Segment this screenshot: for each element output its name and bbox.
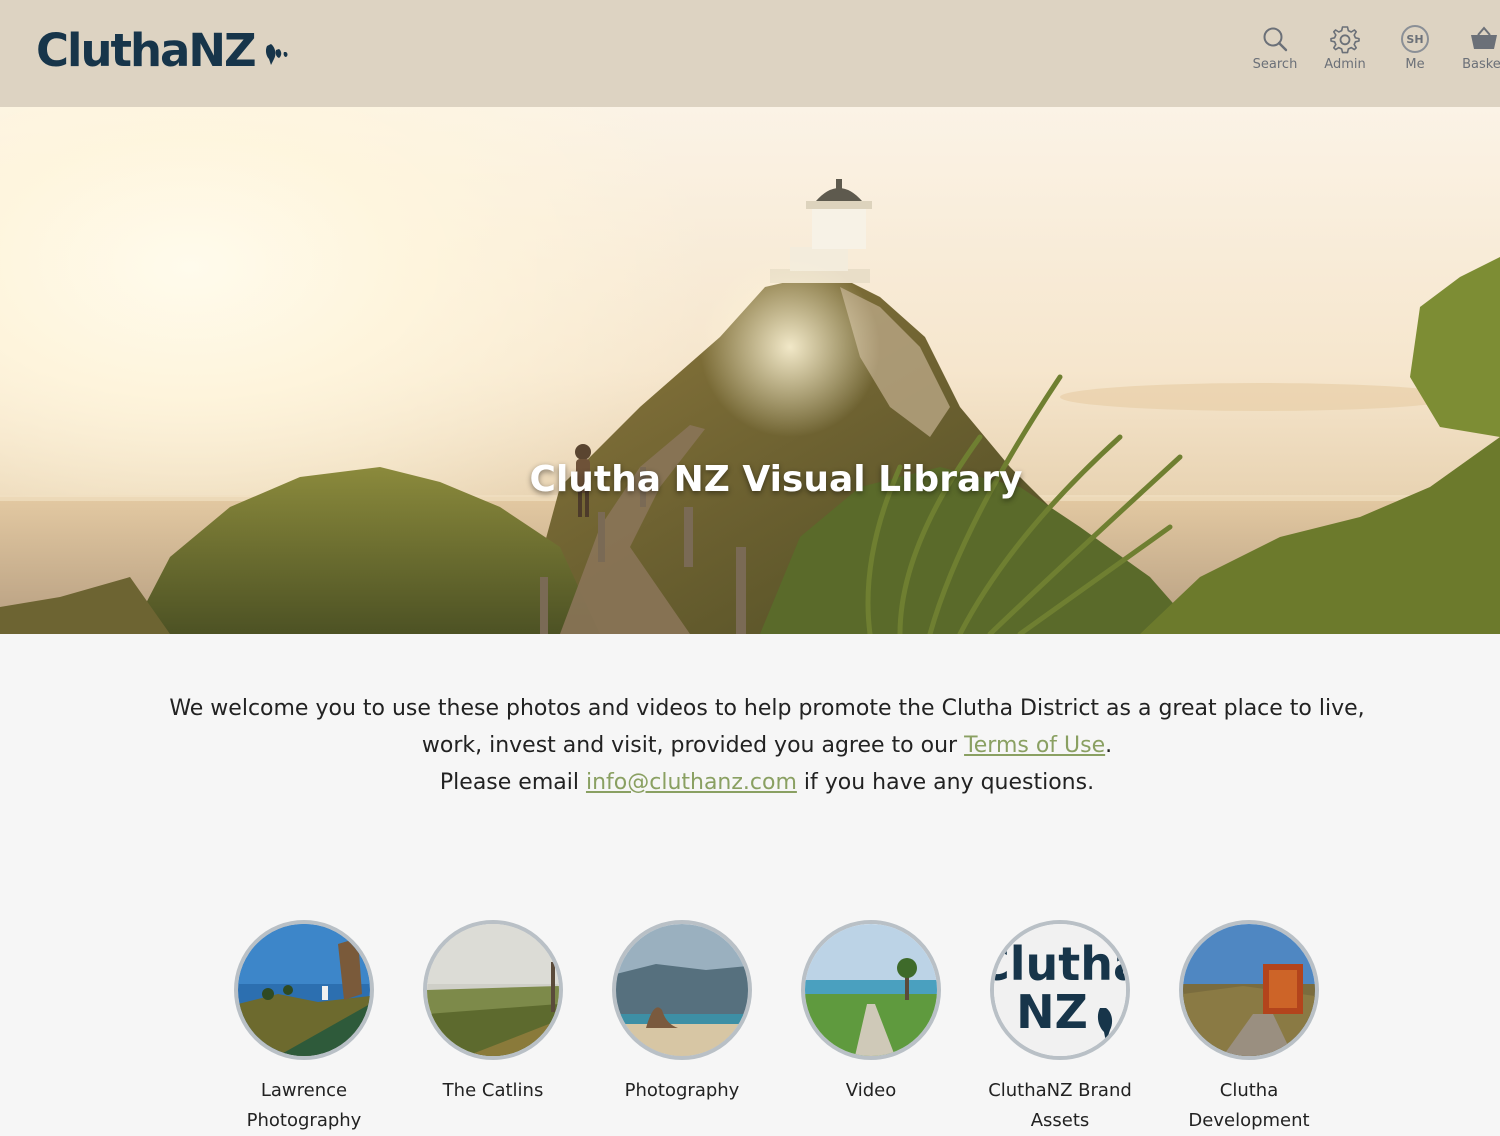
video-thumbnail: [801, 920, 941, 1060]
collections-grid: Lawrence Photography The Catlins Photogr…: [0, 920, 1500, 1136]
top-nav: Search Admin SH Me Baske: [1240, 22, 1500, 82]
collection-lawrence-photography[interactable]: Lawrence Photography: [219, 920, 389, 1136]
cluthanz-brand-assets-thumbnail: Clutha NZ: [990, 920, 1130, 1060]
nav-basket[interactable]: Basket: [1449, 22, 1500, 72]
logo-text: CluthaNZ: [36, 23, 257, 77]
lawrence-photography-thumbnail: [234, 920, 374, 1060]
collection-photography[interactable]: Photography: [597, 920, 767, 1106]
brand-thumb-text-2: NZ: [1016, 985, 1088, 1039]
nav-me[interactable]: SH Me: [1380, 22, 1450, 72]
hero-banner: Clutha NZ Visual Library: [0, 107, 1500, 634]
intro-line2-end: if you have any questions.: [796, 770, 1095, 795]
intro-line1: We welcome you to use these photos and v…: [169, 696, 1365, 758]
collection-label: Photography: [624, 1080, 740, 1101]
brand-thumb-text-1: Clutha: [990, 937, 1130, 991]
collection-label: Lawrence Photography: [246, 1080, 362, 1131]
collection-clutha-development[interactable]: Clutha Development: [1164, 920, 1334, 1136]
logo-mark-icon: [265, 44, 288, 65]
intro-line1-end: .: [1105, 733, 1113, 758]
photography-thumbnail: [612, 920, 752, 1060]
avatar: SH: [1401, 25, 1429, 53]
collection-video[interactable]: Video: [786, 920, 956, 1106]
collection-label: Clutha Development: [1188, 1080, 1310, 1131]
intro-text: We welcome you to use these photos and v…: [137, 690, 1397, 801]
intro-line2-start: Please email: [439, 770, 586, 795]
email-link[interactable]: info@cluthanz.com: [586, 770, 797, 795]
gear-icon: [1330, 26, 1360, 54]
collection-label: CluthaNZ Brand Assets: [988, 1080, 1132, 1131]
collection-label: The Catlins: [442, 1080, 544, 1101]
nav-search-label: Search: [1252, 57, 1298, 72]
nav-admin-label: Admin: [1324, 57, 1366, 72]
collection-the-catlins[interactable]: The Catlins: [408, 920, 578, 1106]
nav-me-label: Me: [1405, 57, 1425, 72]
collection-cluthanz-brand-assets[interactable]: Clutha NZ CluthaNZ Brand Assets: [975, 920, 1145, 1136]
nav-search[interactable]: Search: [1240, 22, 1310, 72]
clutha-development-thumbnail: [1179, 920, 1319, 1060]
terms-of-use-link[interactable]: Terms of Use: [964, 733, 1105, 758]
hero-title: Clutha NZ Visual Library: [529, 459, 1023, 500]
site-logo[interactable]: CluthaNZ: [36, 22, 295, 78]
nav-basket-label: Basket: [1462, 57, 1500, 72]
search-icon: [1263, 27, 1288, 52]
site-header: CluthaNZ Search Admin SH Me Baske: [0, 0, 1500, 107]
hero-lighthouse-landscape-image: [0, 179, 1500, 634]
nav-admin[interactable]: Admin: [1310, 22, 1380, 72]
the-catlins-thumbnail: [423, 920, 563, 1060]
collection-label: Video: [845, 1080, 897, 1101]
basket-icon: [1471, 26, 1497, 49]
